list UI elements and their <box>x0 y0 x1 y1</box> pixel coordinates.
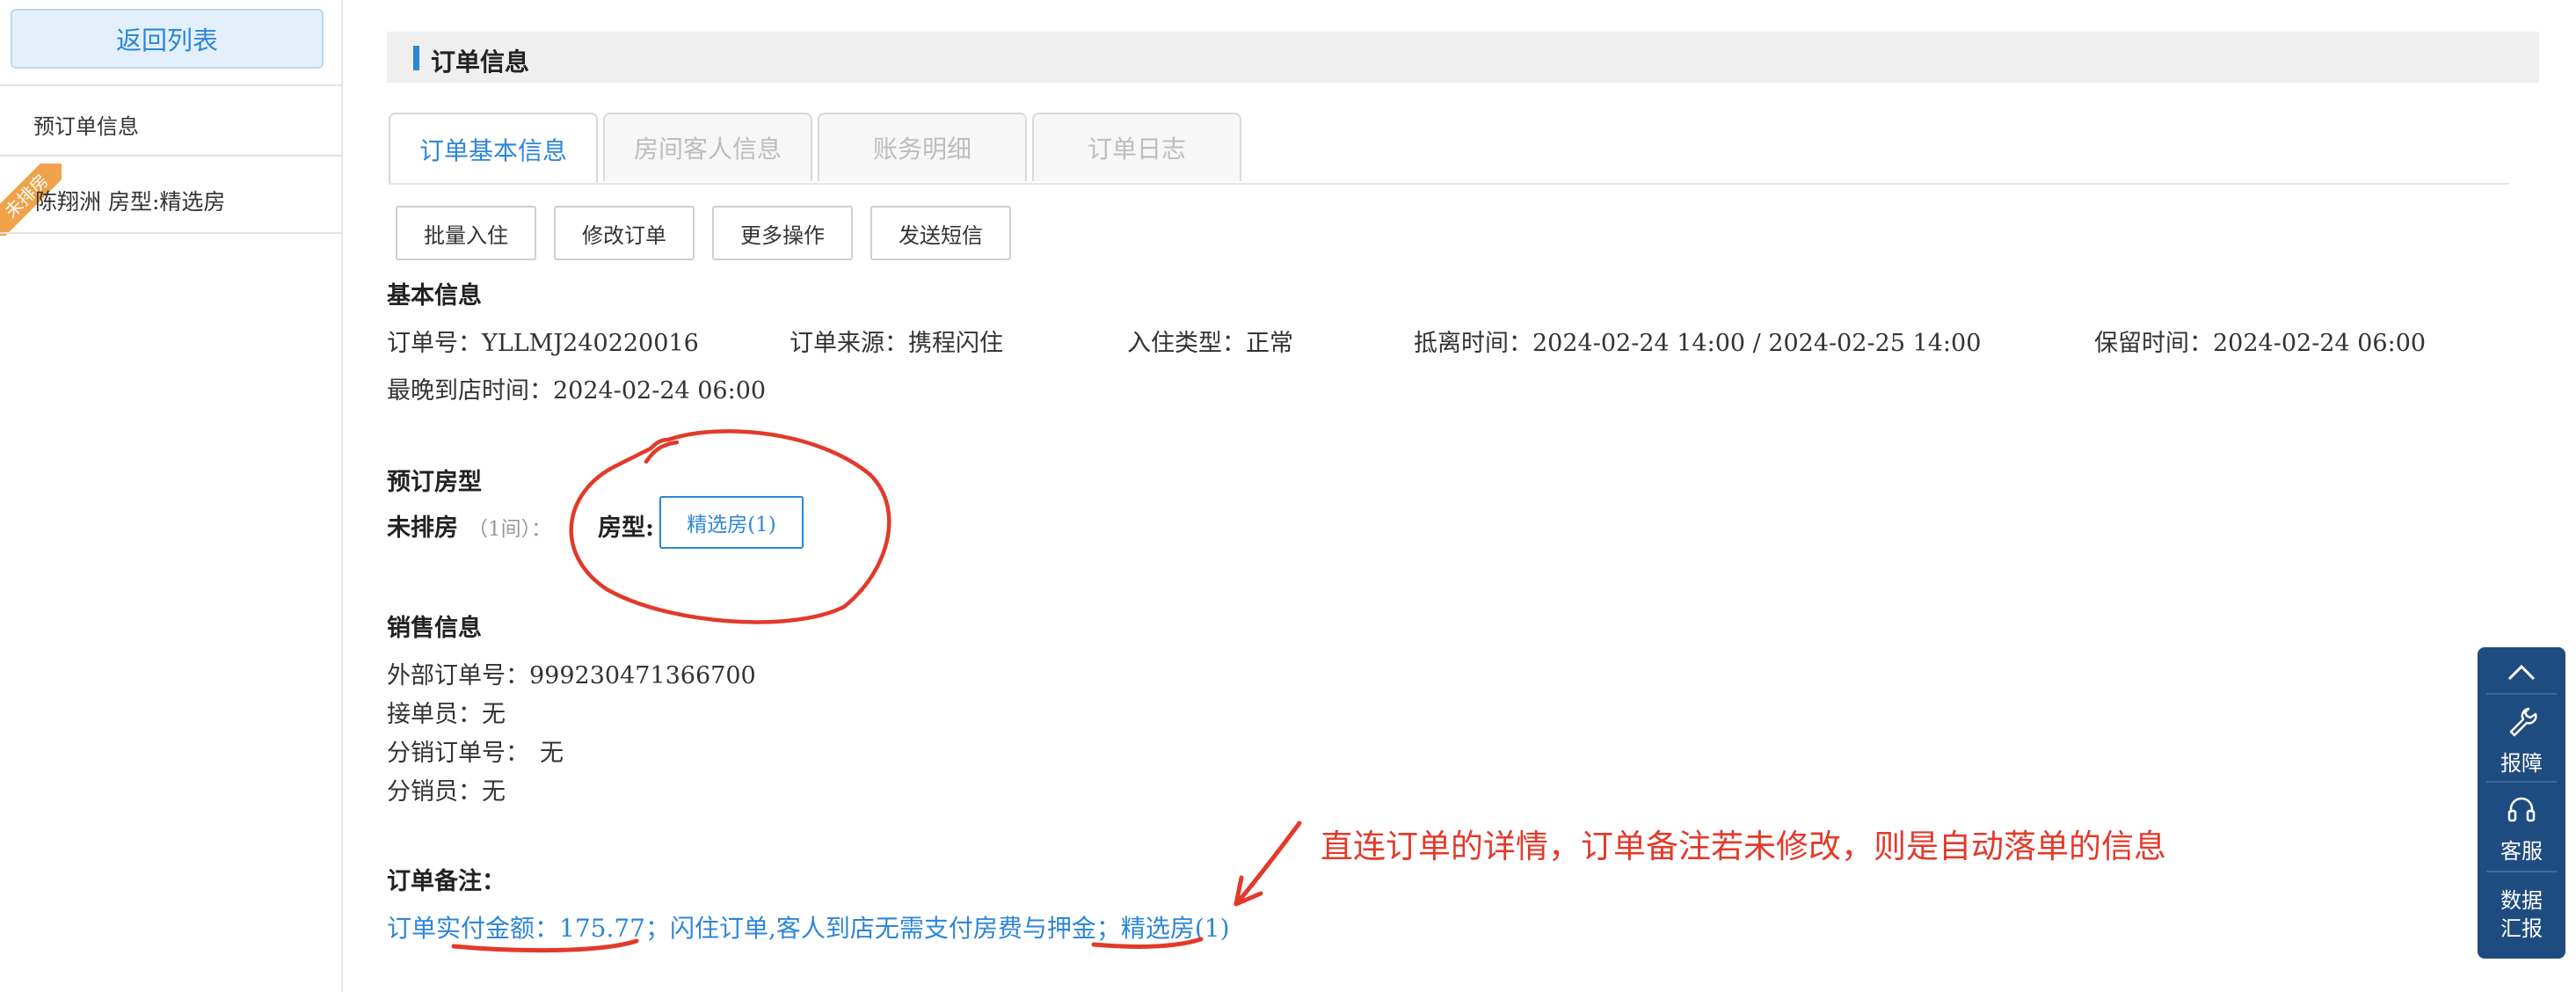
remark-title: 订单备注： <box>387 868 506 895</box>
receiver-value: 无 <box>482 701 506 728</box>
hold-time-value: 2024-02-24 06:00 <box>2213 330 2427 357</box>
tab-order-log[interactable]: 订单日志 <box>1032 113 1241 181</box>
divider <box>0 84 341 86</box>
title-accent-bar <box>413 46 419 70</box>
room-section-title: 预订房型 <box>387 469 482 496</box>
page-title: 订单信息 <box>431 47 530 77</box>
order-no-label: 订单号： <box>387 330 482 357</box>
scroll-top-button[interactable] <box>2478 660 2565 689</box>
source-label: 订单来源： <box>790 330 908 357</box>
wrench-icon <box>2509 707 2537 737</box>
send-sms-button[interactable]: 发送短信 <box>870 206 1011 260</box>
distributor-field: 分销员：无 <box>387 772 506 806</box>
divider <box>0 232 341 234</box>
sidebar: 返回列表 预订单信息 未排房 陈翔洲 房型:精选房 <box>0 0 343 992</box>
source-field: 订单来源：携程闪住 <box>790 324 1003 358</box>
external-order-no-label: 外部订单号： <box>387 662 529 689</box>
period-value: 2024-02-24 14:00 / 2024-02-25 14:00 <box>1532 330 1982 357</box>
period-field: 抵离时间：2024-02-24 14:00 / 2024-02-25 14:00 <box>1414 324 1981 358</box>
room-count: （1间）： <box>468 518 552 541</box>
divider <box>0 155 341 157</box>
order-no-value: YLLMJ240220016 <box>482 330 699 357</box>
source-value: 携程闪住 <box>908 330 1003 357</box>
checkin-type-label: 入住类型： <box>1127 330 1246 357</box>
annotation-arrow <box>1233 821 1302 907</box>
remark-text: 订单实付金额：175.77；闪住订单,客人到店无需支付房费与押金；精选房(1) <box>387 914 1230 943</box>
order-no-field: 订单号：YLLMJ240220016 <box>387 324 699 358</box>
receiver-label: 接单员： <box>387 701 482 728</box>
latest-arrival-field: 最晚到店时间：2024-02-24 06:00 <box>387 371 766 405</box>
latest-arrival-value: 2024-02-24 06:00 <box>553 377 767 405</box>
distribution-order-no-label: 分销订单号： <box>387 740 529 767</box>
distributor-label: 分销员： <box>387 778 482 806</box>
batch-checkin-button[interactable]: 批量入住 <box>396 206 536 260</box>
report-fault-button[interactable]: 报障 <box>2478 704 2565 777</box>
unassigned-label: 未排房 <box>387 514 458 542</box>
tabs-divider <box>389 183 2509 185</box>
headset-icon <box>2507 797 2536 822</box>
sales-section-title: 销售信息 <box>387 615 482 642</box>
hold-time-label: 保留时间： <box>2094 330 2213 357</box>
customer-service-label: 客服 <box>2500 839 2543 864</box>
external-order-no-field: 外部订单号：999230471366700 <box>387 656 756 690</box>
more-actions-button[interactable]: 更多操作 <box>712 206 853 260</box>
checkin-type-field: 入住类型：正常 <box>1127 324 1293 358</box>
chevron-up-icon <box>2507 664 2536 681</box>
data-report-label-1: 数据 <box>2500 888 2543 913</box>
sidebar-section-title: 预订单信息 <box>33 114 139 139</box>
data-report-button[interactable]: 数据 汇报 <box>2478 886 2565 943</box>
tab-billing[interactable]: 账务明细 <box>818 113 1027 181</box>
basic-info-title: 基本信息 <box>387 282 482 310</box>
order-info-header: 订单信息 <box>387 32 2539 83</box>
distribution-order-no-value: 无 <box>540 740 564 767</box>
tab-room-guest[interactable]: 房间客人信息 <box>603 113 812 181</box>
modify-order-button[interactable]: 修改订单 <box>554 206 695 260</box>
panel-divider <box>2486 693 2557 695</box>
floating-tool-panel: 报障 客服 数据 汇报 <box>2478 647 2565 959</box>
panel-divider <box>2486 871 2557 872</box>
receiver-field: 接单员：无 <box>387 695 506 729</box>
room-type-label: 房型: <box>598 514 654 542</box>
latest-arrival-label: 最晚到店时间： <box>387 377 553 405</box>
panel-divider <box>2486 781 2557 783</box>
external-order-no-value: 999230471366700 <box>529 662 756 689</box>
annotation-note: 直连订单的详情，订单备注若未修改，则是自动落单的信息 <box>1321 828 2166 865</box>
tab-basic-info[interactable]: 订单基本信息 <box>389 113 598 185</box>
back-to-list-button[interactable]: 返回列表 <box>11 9 324 69</box>
room-type-button[interactable]: 精选房(1) <box>659 496 804 549</box>
sidebar-order-item[interactable]: 陈翔洲 房型:精选房 <box>35 185 225 216</box>
period-label: 抵离时间： <box>1414 330 1532 357</box>
report-fault-label: 报障 <box>2500 751 2543 776</box>
checkin-type-value: 正常 <box>1246 330 1293 357</box>
data-report-label-2: 汇报 <box>2500 916 2543 941</box>
distributor-value: 无 <box>482 778 506 806</box>
distribution-order-no-field: 分销订单号： 无 <box>387 733 564 768</box>
hold-time-field: 保留时间：2024-02-24 06:00 <box>2094 324 2426 358</box>
customer-service-button[interactable]: 客服 <box>2478 791 2565 864</box>
